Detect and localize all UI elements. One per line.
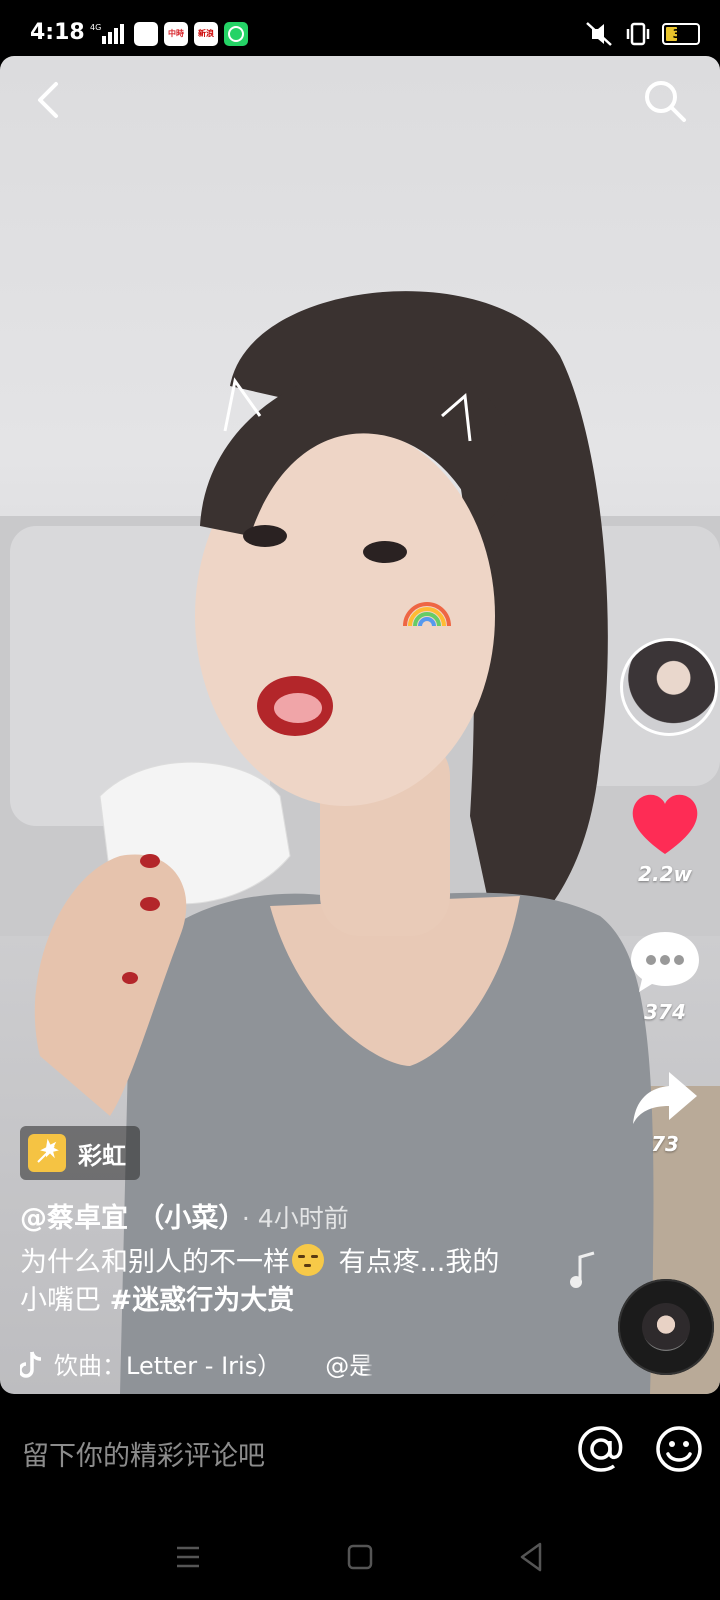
share-icon	[633, 1072, 697, 1124]
system-nav-bar	[0, 1514, 720, 1600]
notification-news-icon: 中時	[164, 22, 188, 46]
author-line: @蔡卓宜 （小菜） · 4小时前	[20, 1196, 349, 1235]
comment-bar: 留下你的精彩评论吧	[0, 1394, 720, 1514]
menu-icon[interactable]	[163, 1532, 213, 1582]
status-right: 37	[584, 20, 700, 48]
comment-input[interactable]: 留下你的精彩评论吧	[22, 1434, 265, 1473]
video-caption: 为什么和别人的不一样 有点疼...我的小嘴巴 #迷惑行为大赏	[20, 1244, 520, 1320]
music-title: 饮曲：Letter - Iris）	[54, 1352, 282, 1380]
music-cover	[642, 1303, 690, 1351]
status-bar: 4:18 4G 中時 新浪 37	[0, 0, 720, 56]
notification-app-icon	[134, 22, 158, 46]
whatsapp-icon	[224, 22, 248, 46]
author-name[interactable]: @蔡卓宜 （小菜）	[20, 1203, 232, 1234]
emoji-icon[interactable]	[654, 1424, 704, 1474]
unamused-emoji-icon	[292, 1244, 324, 1276]
battery-level: 37	[672, 27, 690, 41]
effect-label: 彩虹	[78, 1141, 126, 1170]
video-player[interactable]: 2.2w 374 73 彩虹 @蔡卓宜 （小菜） · 4小时前 为什么和别人的不…	[0, 56, 720, 1394]
comment-button[interactable]: 374	[610, 928, 720, 1024]
music-note-icon	[570, 1251, 595, 1288]
signal-icon: 4G	[90, 23, 124, 44]
hashtag-link[interactable]: #迷惑行为大赏	[110, 1285, 295, 1316]
battery-icon: 37	[662, 23, 700, 45]
home-icon[interactable]	[335, 1532, 385, 1582]
share-button[interactable]: 73	[610, 1068, 720, 1156]
comment-icon	[631, 932, 699, 992]
share-count: 73	[651, 1132, 679, 1156]
author-avatar[interactable]	[620, 638, 718, 736]
mention-icon[interactable]	[576, 1424, 626, 1474]
music-info[interactable]: 饮曲：Letter - Iris） @是	[20, 1346, 373, 1381]
action-rail: 2.2w 374 73	[570, 56, 720, 1394]
back-nav-icon[interactable]	[506, 1532, 556, 1582]
post-time: · 4小时前	[241, 1204, 349, 1233]
heart-icon	[632, 794, 698, 854]
music-author: @是	[325, 1352, 374, 1380]
caption-text-1: 为什么和别人的不一样	[20, 1247, 290, 1278]
mute-icon	[586, 22, 612, 46]
tiktok-note-icon	[20, 1351, 42, 1378]
status-time: 4:18	[30, 20, 85, 45]
notification-sina-icon: 新浪	[194, 22, 218, 46]
effect-tag[interactable]: 彩虹	[20, 1126, 140, 1180]
network-type: 4G	[90, 23, 101, 32]
like-button[interactable]: 2.2w	[610, 792, 720, 886]
like-count: 2.2w	[638, 862, 692, 886]
music-disc[interactable]	[618, 1279, 714, 1375]
back-icon[interactable]	[28, 78, 68, 122]
vibrate-icon	[626, 22, 650, 46]
comment-count: 374	[644, 1000, 686, 1024]
effect-icon	[28, 1134, 66, 1172]
